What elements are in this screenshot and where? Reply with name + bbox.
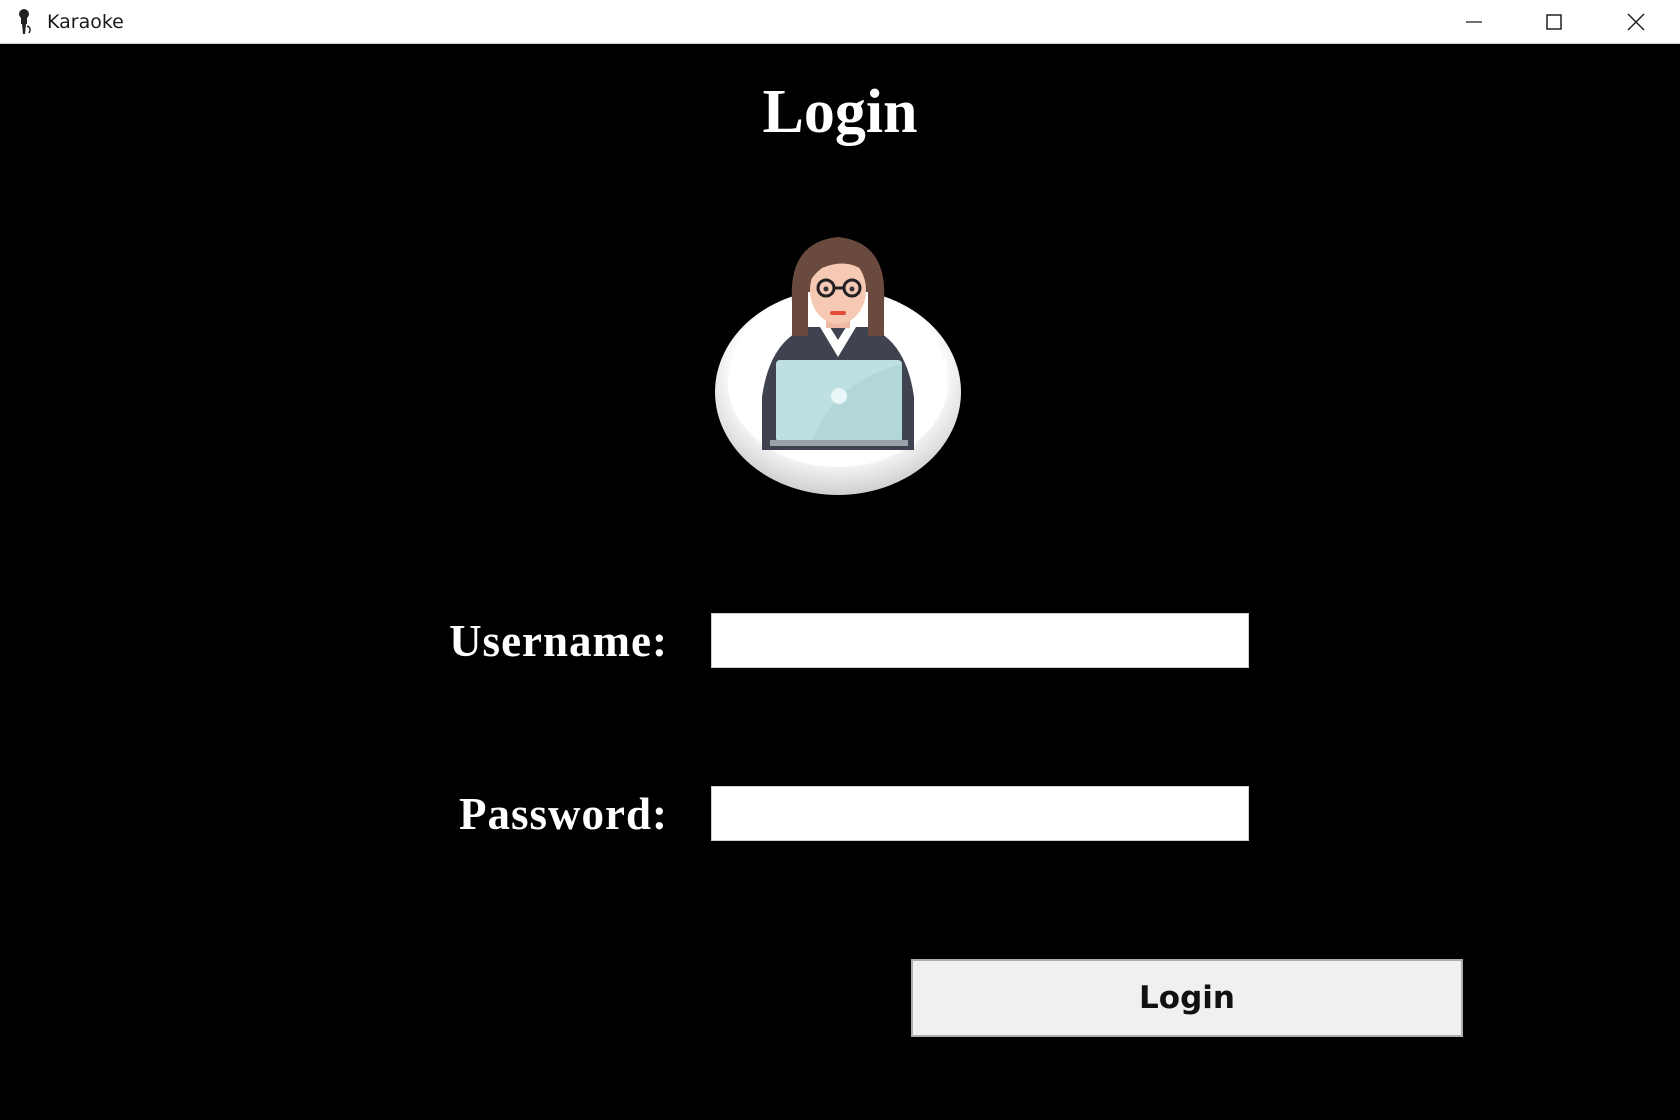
page-title-text: Login	[762, 78, 918, 146]
app-window: Karaoke Login Username: Password: Login	[0, 0, 1680, 1120]
username-input[interactable]	[711, 613, 1249, 668]
page-title: Login	[0, 76, 1680, 148]
minimize-button[interactable]	[1434, 0, 1514, 44]
close-button[interactable]	[1596, 0, 1676, 44]
maximize-button[interactable]	[1514, 0, 1594, 44]
maximize-icon	[1546, 14, 1562, 30]
microphone-icon	[19, 9, 31, 34]
password-label: Password:	[459, 789, 668, 839]
login-button[interactable]: Login	[911, 959, 1463, 1037]
close-icon	[1627, 13, 1645, 31]
username-label: Username:	[449, 616, 668, 666]
minimize-icon	[1466, 21, 1482, 23]
password-input[interactable]	[711, 786, 1249, 841]
user-avatar-icon	[715, 237, 961, 495]
title-bar[interactable]: Karaoke	[0, 0, 1680, 44]
window-title: Karaoke	[47, 11, 124, 33]
